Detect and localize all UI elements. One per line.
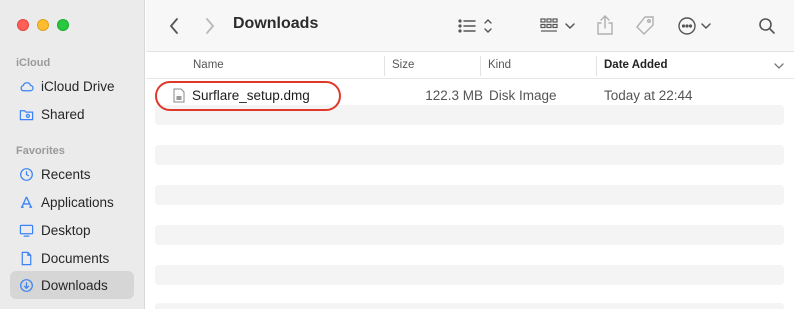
sidebar-item-applications[interactable]: Applications bbox=[10, 188, 134, 216]
sidebar-item-label: Desktop bbox=[41, 222, 91, 238]
sidebar: iCloud iCloud Drive Shared Favorites Rec… bbox=[0, 0, 145, 309]
forward-button[interactable] bbox=[200, 15, 220, 37]
annotation-highlight bbox=[155, 81, 341, 111]
chevron-right-icon bbox=[206, 18, 215, 34]
column-size[interactable]: Size bbox=[392, 59, 414, 71]
column-name[interactable]: Name bbox=[193, 59, 224, 71]
sidebar-item-label: Applications bbox=[41, 194, 114, 210]
file-date-added: Today at 22:44 bbox=[604, 88, 693, 103]
list-view-icon bbox=[458, 19, 492, 33]
chevron-left-icon bbox=[169, 18, 178, 34]
section-heading-icloud: iCloud bbox=[16, 57, 51, 69]
column-divider bbox=[384, 56, 385, 76]
section-heading-favorites: Favorites bbox=[16, 145, 65, 157]
document-icon bbox=[18, 250, 34, 266]
list-row bbox=[155, 303, 784, 309]
download-icon bbox=[18, 277, 34, 293]
desktop-icon bbox=[18, 222, 34, 238]
close-button[interactable] bbox=[17, 19, 29, 31]
search-icon bbox=[759, 18, 775, 34]
more-icon bbox=[678, 17, 711, 35]
list-row bbox=[155, 145, 784, 165]
column-divider bbox=[596, 56, 597, 76]
list-row bbox=[155, 225, 784, 245]
list-row bbox=[155, 185, 784, 205]
sidebar-item-label: Documents bbox=[41, 250, 110, 266]
shared-folder-icon bbox=[18, 106, 34, 122]
tag-icon bbox=[636, 16, 654, 35]
share-button[interactable] bbox=[594, 13, 616, 37]
file-kind: Disk Image bbox=[489, 88, 557, 103]
group-button[interactable] bbox=[539, 16, 577, 36]
share-icon bbox=[597, 15, 613, 35]
back-button[interactable] bbox=[164, 15, 184, 37]
zoom-button[interactable] bbox=[57, 19, 69, 31]
window-title: Downloads bbox=[233, 15, 319, 32]
column-divider bbox=[480, 56, 481, 76]
sidebar-item-downloads[interactable]: Downloads bbox=[10, 271, 134, 299]
view-options-button[interactable] bbox=[456, 16, 496, 36]
applications-icon bbox=[18, 194, 34, 210]
sidebar-item-label: Shared bbox=[41, 106, 85, 122]
chevron-down-icon bbox=[774, 59, 784, 77]
list-row bbox=[155, 265, 784, 285]
column-kind[interactable]: Kind bbox=[488, 59, 511, 71]
sidebar-item-label: Recents bbox=[41, 166, 91, 182]
sidebar-item-desktop[interactable]: Desktop bbox=[10, 216, 134, 244]
sidebar-item-shared[interactable]: Shared bbox=[10, 100, 134, 128]
sidebar-item-label: iCloud Drive bbox=[41, 78, 115, 94]
main-pane: Downloads Name Size Kind Date Added Surf… bbox=[146, 0, 794, 309]
minimize-button[interactable] bbox=[37, 19, 49, 31]
sidebar-item-icloud-drive[interactable]: iCloud Drive bbox=[10, 72, 134, 100]
tags-button[interactable] bbox=[633, 14, 657, 38]
sidebar-item-documents[interactable]: Documents bbox=[10, 244, 134, 272]
grid-icon bbox=[540, 18, 575, 32]
window-controls bbox=[17, 19, 69, 31]
file-size: 122.3 MB bbox=[425, 88, 483, 103]
action-menu-button[interactable] bbox=[676, 15, 714, 37]
cloud-icon bbox=[18, 78, 34, 94]
search-button[interactable] bbox=[756, 15, 778, 37]
toolbar: Downloads bbox=[146, 0, 794, 52]
column-header: Name Size Kind Date Added bbox=[146, 53, 794, 79]
column-date-added[interactable]: Date Added bbox=[604, 59, 667, 71]
sidebar-item-label: Downloads bbox=[41, 277, 108, 293]
sidebar-item-recents[interactable]: Recents bbox=[10, 160, 134, 188]
clock-icon bbox=[18, 166, 34, 182]
